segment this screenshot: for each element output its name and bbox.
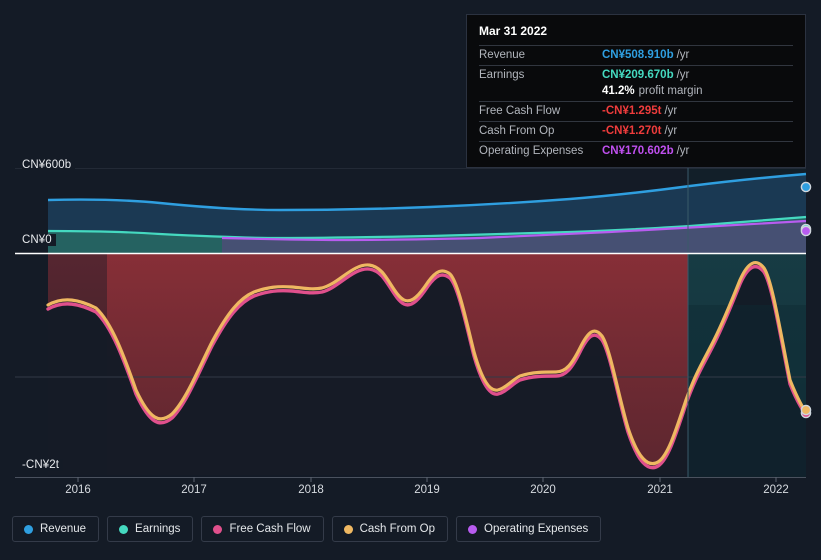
tooltip-row-operating-expenses: Operating Expenses CN¥170.602b /yr [479,141,793,161]
y-axis-label-zero: CN¥0 [22,234,56,246]
legend-dot-revenue-icon [24,524,33,534]
financial-chart-page: CN¥600b CN¥0 -CN¥2t 2016 2017 2018 2019 … [0,0,821,560]
forecast-under-tint [688,305,806,477]
tooltip-key-operating-expenses: Operating Expenses [479,145,584,157]
tooltip-row-revenue: Revenue CN¥508.910b /yr [479,45,793,65]
legend-item-earnings[interactable]: Earnings [107,516,194,542]
tooltip-key-earnings: Earnings [479,69,525,81]
tooltip-unit-cash-from-op: /yr [664,125,678,137]
tooltip-unit-operating-expenses: /yr [676,145,690,157]
x-axis-label-2016: 2016 [65,484,91,496]
legend-label-revenue: Revenue [40,523,87,535]
tooltip-unit-earnings: /yr [676,69,690,81]
y-axis-label-top: CN¥600b [22,159,76,171]
x-axis-label-2019: 2019 [414,484,440,496]
tooltip-key-revenue: Revenue [479,49,526,61]
tooltip-unit-revenue: /yr [676,49,690,61]
legend-item-cash-from-op[interactable]: Cash From Op [331,516,449,542]
tooltip-value-free-cash-flow: -CN¥1.295t [602,105,662,117]
legend-item-operating-expenses[interactable]: Operating Expenses [456,516,602,542]
tooltip-date: Mar 31 2022 [479,24,548,38]
tooltip-value-earnings: CN¥209.670b [602,69,674,81]
tooltip-row-free-cash-flow: Free Cash Flow -CN¥1.295t /yr [479,101,793,121]
x-axis-label-2021: 2021 [647,484,673,496]
x-axis-label-2018: 2018 [298,484,324,496]
x-axis-label-2020: 2020 [530,484,556,496]
tooltip-row-earnings: Earnings CN¥209.670b /yr [479,65,793,85]
tooltip-key-free-cash-flow: Free Cash Flow [479,105,561,117]
tooltip-row-cash-from-op: Cash From Op -CN¥1.270t /yr [479,121,793,141]
revenue-endpoint-marker [800,181,812,193]
legend-label-cash-from-op: Cash From Op [359,523,436,535]
legend-dot-operating-expenses-icon [468,524,478,534]
cash-from-op-endpoint-marker [800,404,812,416]
legend-dot-free-cash-flow-icon [213,524,223,534]
tooltip-value-profit-margin: 41.2% [602,85,635,97]
x-axis-label-2017: 2017 [181,484,207,496]
legend-label-operating-expenses: Operating Expenses [484,523,589,535]
tooltip-value-operating-expenses: CN¥170.602b [602,145,674,157]
legend-item-revenue[interactable]: Revenue [12,516,100,542]
tooltip-value-cash-from-op: -CN¥1.270t [602,125,662,137]
tooltip-key-cash-from-op: Cash From Op [479,125,555,137]
tooltip-sub-profit-margin: profit margin [638,85,703,97]
legend-label-free-cash-flow: Free Cash Flow [229,523,311,535]
y-axis-label-bottom: -CN¥2t [22,459,64,471]
legend-label-earnings: Earnings [135,523,181,535]
operating-expenses-endpoint-marker [800,225,812,237]
tooltip-unit-free-cash-flow: /yr [664,105,678,117]
chart-tooltip: Mar 31 2022 Revenue CN¥508.910b /yr Earn… [466,14,806,168]
legend-item-free-cash-flow[interactable]: Free Cash Flow [201,516,324,542]
tooltip-row-profit-margin: 41.2% profit margin [479,85,793,101]
tooltip-value-revenue: CN¥508.910b [602,49,674,61]
legend-dot-cash-from-op-icon [343,524,353,534]
legend-dot-earnings-icon [119,524,129,534]
chart-legend: Revenue Earnings Free Cash Flow Cash Fro… [12,516,602,542]
x-axis-label-2022: 2022 [763,484,789,496]
